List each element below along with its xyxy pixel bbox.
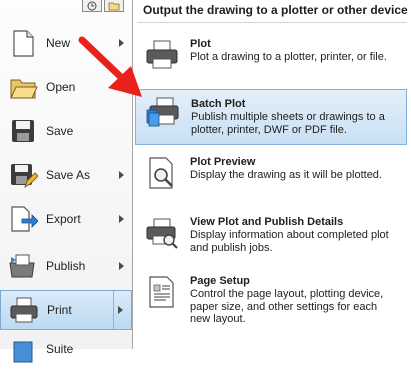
printer-icon bbox=[10, 297, 38, 323]
submenu-arrow-icon bbox=[119, 262, 124, 270]
submenu-item-page-setup[interactable]: Page Setup Control the page layout, plot… bbox=[135, 271, 407, 337]
open-folder-icon bbox=[10, 79, 38, 99]
submenu-item-batch-plot[interactable]: Batch Plot Publish multiple sheets or dr… bbox=[135, 89, 407, 145]
submenu-arrow-icon bbox=[119, 83, 124, 91]
title-divider bbox=[137, 22, 407, 23]
folder-small-icon bbox=[108, 2, 120, 10]
submenu-item-title: Plot bbox=[190, 38, 211, 50]
menu-item-suite[interactable]: Suite bbox=[0, 334, 132, 374]
submenu-item-title: Page Setup bbox=[190, 275, 250, 287]
new-document-icon bbox=[13, 30, 34, 57]
menu-item-label: Open bbox=[46, 80, 76, 94]
menu-item-open[interactable]: Open bbox=[0, 68, 132, 108]
plot-details-icon bbox=[146, 218, 178, 249]
submenu-item-plot-details[interactable]: View Plot and Publish Details Display in… bbox=[135, 212, 407, 264]
submenu-item-description: Plot a drawing to a plotter, printer, or… bbox=[190, 51, 387, 63]
submenu-title: Output the drawing to a plotter or other… bbox=[143, 3, 408, 17]
open-documents-button[interactable] bbox=[104, 0, 124, 12]
page-setup-icon bbox=[149, 276, 174, 308]
menu-item-label: Suite bbox=[46, 342, 74, 356]
submenu-item-description: Control the page layout, plotting device… bbox=[190, 288, 384, 325]
menu-item-new[interactable]: New bbox=[0, 24, 132, 64]
batch-plot-icon bbox=[146, 97, 179, 127]
menu-item-save-as[interactable]: Save As bbox=[0, 156, 132, 196]
submenu-item-title: Batch Plot bbox=[191, 98, 246, 110]
menu-item-publish[interactable]: Publish bbox=[0, 247, 132, 287]
submenu-arrow-icon bbox=[118, 306, 123, 314]
submenu-arrow-icon bbox=[119, 171, 124, 179]
quick-access-bar bbox=[82, 0, 124, 12]
recent-documents-button[interactable] bbox=[82, 0, 102, 12]
printer-icon bbox=[146, 40, 178, 69]
submenu-divider bbox=[113, 291, 114, 329]
submenu-item-title: View Plot and Publish Details bbox=[190, 216, 344, 228]
export-icon bbox=[11, 206, 38, 232]
application-menu: New Open Save Save As Export Publish Pri… bbox=[0, 0, 133, 363]
menu-item-export[interactable]: Export bbox=[0, 200, 132, 240]
save-disk-icon bbox=[12, 120, 34, 142]
submenu-item-description: Display the drawing as it will be plotte… bbox=[190, 169, 382, 181]
plot-preview-icon bbox=[149, 157, 173, 189]
submenu-item-plot[interactable]: Plot Plot a drawing to a plotter, printe… bbox=[135, 34, 407, 84]
submenu-arrow-icon bbox=[119, 39, 124, 47]
menu-item-print[interactable]: Print bbox=[0, 290, 132, 330]
submenu-item-plot-preview[interactable]: Plot Preview Display the drawing as it w… bbox=[135, 152, 407, 204]
menu-item-save[interactable]: Save bbox=[0, 112, 132, 152]
menu-item-label: Save bbox=[46, 124, 74, 138]
publish-icon bbox=[9, 254, 35, 278]
menu-item-label: Save As bbox=[46, 168, 91, 182]
menu-item-label: Print bbox=[47, 303, 72, 317]
save-as-icon bbox=[11, 164, 38, 188]
suite-icon bbox=[13, 341, 33, 363]
menu-item-label: Export bbox=[46, 212, 81, 226]
clock-icon bbox=[87, 1, 97, 10]
submenu-item-description: Display information about completed plot… bbox=[190, 229, 389, 254]
submenu-arrow-icon bbox=[119, 215, 124, 223]
menu-item-label: Publish bbox=[46, 259, 86, 273]
print-submenu: Output the drawing to a plotter or other… bbox=[133, 0, 411, 349]
submenu-item-description: Publish multiple sheets or drawings to a… bbox=[191, 111, 385, 136]
submenu-item-title: Plot Preview bbox=[190, 156, 256, 168]
menu-item-label: New bbox=[46, 36, 71, 50]
